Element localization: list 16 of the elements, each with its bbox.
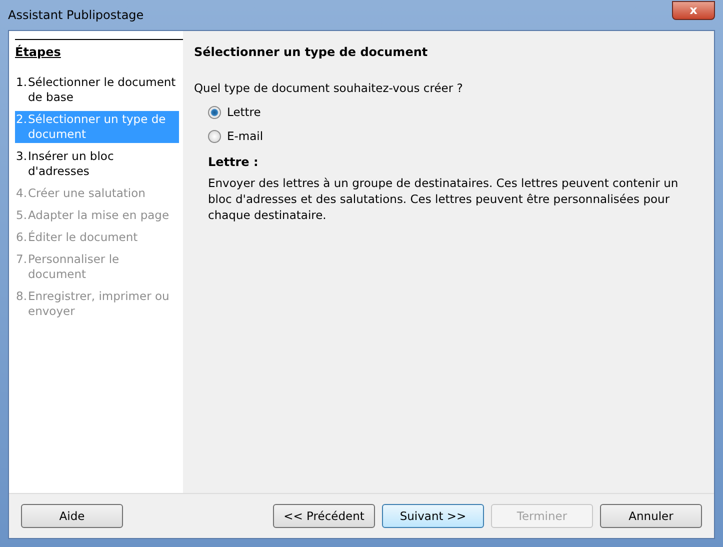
- radio-label[interactable]: Lettre: [227, 105, 261, 119]
- radio-button[interactable]: [208, 106, 221, 118]
- question-text: Quel type de document souhaitez-vous créer ?: [194, 81, 464, 95]
- radio-label[interactable]: E-mail: [227, 129, 264, 143]
- steps-heading: Étapes: [15, 39, 183, 59]
- window-title: Assistant Publipostage: [8, 8, 144, 22]
- nav-button[interactable]: << Précédent: [273, 504, 375, 528]
- page-title: Sélectionner un type de document: [194, 45, 429, 59]
- step-item[interactable]: 1.Sélectionner le document de base: [15, 74, 179, 106]
- nav-button[interactable]: Suivant >>: [382, 504, 484, 528]
- description-title: Lettre :: [208, 155, 260, 169]
- description-text: Envoyer des lettres à un groupe de destinataires. Ces lettres peuvent contenir un bloc d'adresses et des salutations. Ces lettres peuvent être personnalisées pour chaque destinataire.: [208, 175, 680, 223]
- cancel-button[interactable]: Annuler: [600, 504, 702, 528]
- help-button[interactable]: Aide: [21, 504, 123, 528]
- step-item[interactable]: 3.Insérer un bloc d'adresses: [15, 148, 179, 180]
- radio-button[interactable]: [208, 130, 221, 142]
